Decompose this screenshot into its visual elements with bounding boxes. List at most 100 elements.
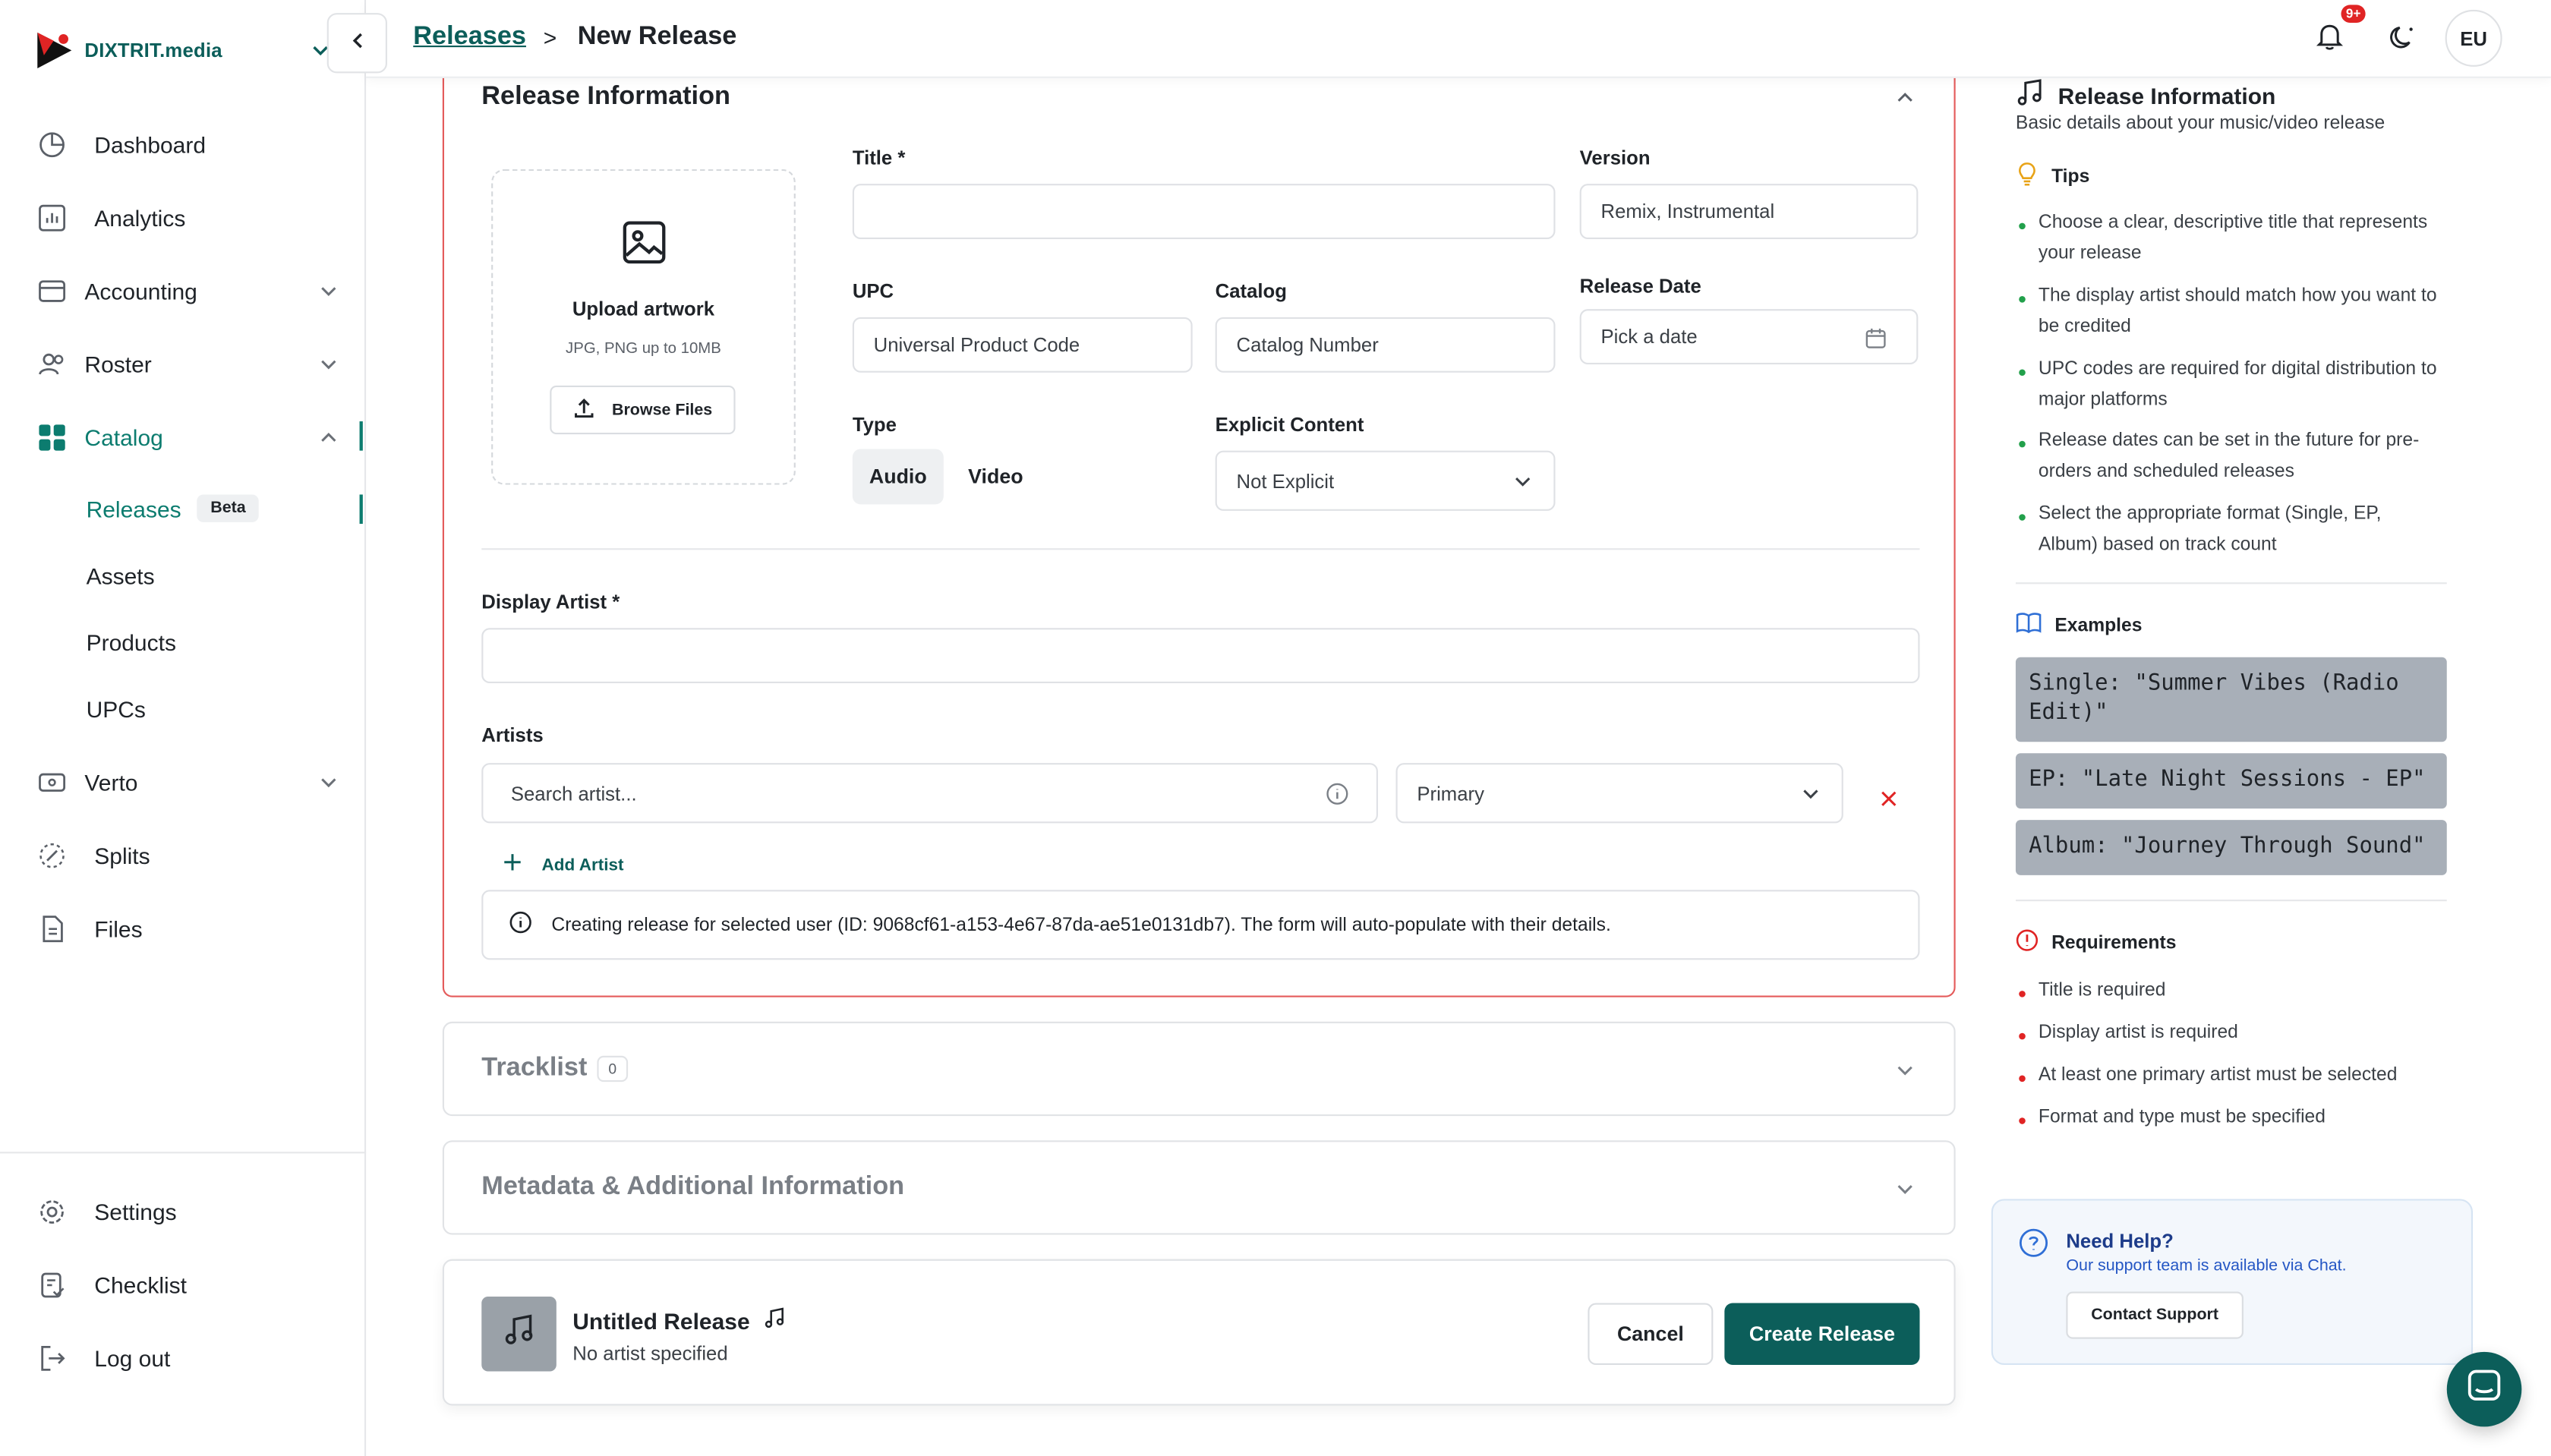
chat-launcher-button[interactable] <box>2446 1351 2522 1427</box>
requirement-item: Title is required <box>2019 976 2442 1007</box>
chevron-down-icon <box>319 353 339 379</box>
sidebar-subitem-releases[interactable]: Releases Beta <box>87 494 259 522</box>
chevron-down-icon <box>1801 784 1821 808</box>
music-note-icon <box>2016 78 2045 112</box>
collapse-sidebar-button[interactable] <box>326 13 387 74</box>
example-item: Single: "Summer Vibes (Radio Edit)" <box>2015 657 2447 742</box>
browse-files-button[interactable]: Browse Files <box>550 385 736 435</box>
release-artist-text: No artist specified <box>572 1341 728 1365</box>
grid-icon <box>36 421 68 454</box>
sidebar-subitem-upcs[interactable]: UPCs <box>87 696 146 722</box>
logout-icon <box>36 1342 68 1375</box>
beta-badge: Beta <box>197 494 259 522</box>
bell-icon[interactable] <box>2313 20 2346 61</box>
artwork-dropzone[interactable]: Upload artwork JPG, PNG up to 10MB Brows… <box>491 169 796 485</box>
requirement-item: At least one primary artist must be sele… <box>2019 1060 2442 1091</box>
remove-artist-icon[interactable] <box>1879 787 1899 813</box>
info-message: Creating release for selected user (ID: … <box>481 890 1920 960</box>
artists-label: Artists <box>481 723 544 747</box>
gear-icon <box>36 1196 68 1228</box>
tip-item: The display artist should match how you … <box>2019 282 2442 342</box>
artist-role-value: Primary <box>1417 781 1484 805</box>
book-open-icon <box>2016 612 2042 639</box>
subitem-label: Releases <box>86 495 181 522</box>
users-icon <box>36 348 68 381</box>
sidebar-item-checklist[interactable]: Checklist <box>36 1262 345 1308</box>
type-audio-option[interactable]: Audio <box>852 449 944 505</box>
chevron-down-icon <box>319 280 339 306</box>
display-artist-label: Display Artist * <box>481 590 620 613</box>
alert-circle-icon <box>2016 929 2039 956</box>
sidebar-divider <box>0 1152 367 1154</box>
panel-title: Release Information <box>2016 78 2455 112</box>
display-artist-input[interactable] <box>481 628 1920 684</box>
split-icon <box>36 840 68 872</box>
tip-item: UPC codes are required for digital distr… <box>2019 355 2442 414</box>
sidebar-item-catalog[interactable]: Catalog <box>36 414 345 460</box>
release-information-card: Release Information Upload artwork JPG, … <box>442 49 1956 997</box>
artist-search-placeholder: Search artist... <box>510 781 637 805</box>
tips-heading: Tips <box>2016 161 2455 192</box>
upload-icon <box>573 396 596 424</box>
metadata-section[interactable]: Metadata & Additional Information <box>442 1140 1956 1235</box>
divider <box>2015 582 2447 585</box>
sidebar-item-label: Dashboard <box>94 131 207 158</box>
explicit-content-select[interactable]: Not Explicit <box>1215 450 1556 511</box>
sidebar-item-verto[interactable]: Verto <box>36 760 345 805</box>
sidebar-item-label: Settings <box>94 1199 177 1225</box>
browse-files-label: Browse Files <box>611 401 713 419</box>
active-indicator <box>359 494 363 525</box>
sidebar-item-label: Verto <box>84 769 138 796</box>
breadcrumb-separator: > <box>543 24 557 51</box>
sidebar-item-splits[interactable]: Splits <box>36 833 345 878</box>
version-input[interactable]: Remix, Instrumental <box>1579 184 1919 240</box>
upc-label: UPC <box>852 279 894 303</box>
breadcrumb-releases-link[interactable]: Releases <box>413 23 526 52</box>
sidebar-item-label: Files <box>94 916 143 942</box>
sidebar-item-analytics[interactable]: Analytics <box>36 195 345 241</box>
divider <box>481 548 1920 550</box>
upc-input[interactable]: Universal Product Code <box>852 317 1193 373</box>
catalog-input[interactable]: Catalog Number <box>1215 317 1556 373</box>
create-release-button[interactable]: Create Release <box>1724 1303 1920 1365</box>
sidebar-item-dashboard[interactable]: Dashboard <box>36 122 345 168</box>
sidebar-item-files[interactable]: Files <box>36 906 345 952</box>
contact-support-button[interactable]: Contact Support <box>2066 1291 2244 1339</box>
active-indicator <box>359 421 363 451</box>
artist-role-select[interactable]: Primary <box>1395 763 1843 824</box>
title-input[interactable] <box>852 184 1556 240</box>
brand[interactable]: DIXTRIT.media <box>33 26 222 74</box>
chevron-up-icon[interactable] <box>1895 87 1915 116</box>
sidebar-item-label: Catalog <box>84 424 163 451</box>
release-date-picker[interactable]: Pick a date <box>1579 309 1919 365</box>
sidebar: DIXTRIT.media Dashboard Analytics Accoun… <box>0 0 367 1456</box>
image-icon <box>622 219 667 273</box>
sidebar-item-logout[interactable]: Log out <box>36 1335 345 1381</box>
clipboard-check-icon <box>36 1269 68 1302</box>
help-subtitle: Our support team is available via Chat. <box>2066 1257 2347 1276</box>
release-title: Untitled Release <box>572 1306 786 1334</box>
divider <box>2015 900 2447 902</box>
requirement-item: Format and type must be specified <box>2019 1103 2442 1133</box>
cancel-button[interactable]: Cancel <box>1588 1303 1714 1365</box>
sidebar-item-roster[interactable]: Roster <box>36 342 345 387</box>
release-thumbnail <box>481 1296 557 1372</box>
tracklist-count-badge: 0 <box>597 1055 629 1083</box>
type-video-option[interactable]: Video <box>958 449 1033 504</box>
add-artist-label: Add Artist <box>541 855 624 875</box>
tracklist-section[interactable]: Tracklist 0 <box>442 1021 1956 1117</box>
artist-search-input[interactable]: Search artist... <box>481 763 1378 824</box>
sidebar-item-accounting[interactable]: Accounting <box>36 269 345 314</box>
release-date-label: Release Date <box>1579 275 1701 298</box>
avatar[interactable]: EU <box>2445 9 2502 67</box>
chart-pie-icon <box>36 128 68 161</box>
type-label: Type <box>852 413 897 436</box>
sidebar-item-settings[interactable]: Settings <box>36 1190 345 1235</box>
theme-toggle-icon[interactable] <box>2386 21 2419 62</box>
info-icon[interactable] <box>1326 783 1348 810</box>
sidebar-subitem-products[interactable]: Products <box>87 629 176 655</box>
sidebar-subitem-assets[interactable]: Assets <box>87 563 155 588</box>
add-artist-button[interactable]: Add Artist <box>503 852 623 877</box>
upload-subtitle: JPG, PNG up to 10MB <box>566 339 721 358</box>
bar-chart-icon <box>36 202 68 235</box>
